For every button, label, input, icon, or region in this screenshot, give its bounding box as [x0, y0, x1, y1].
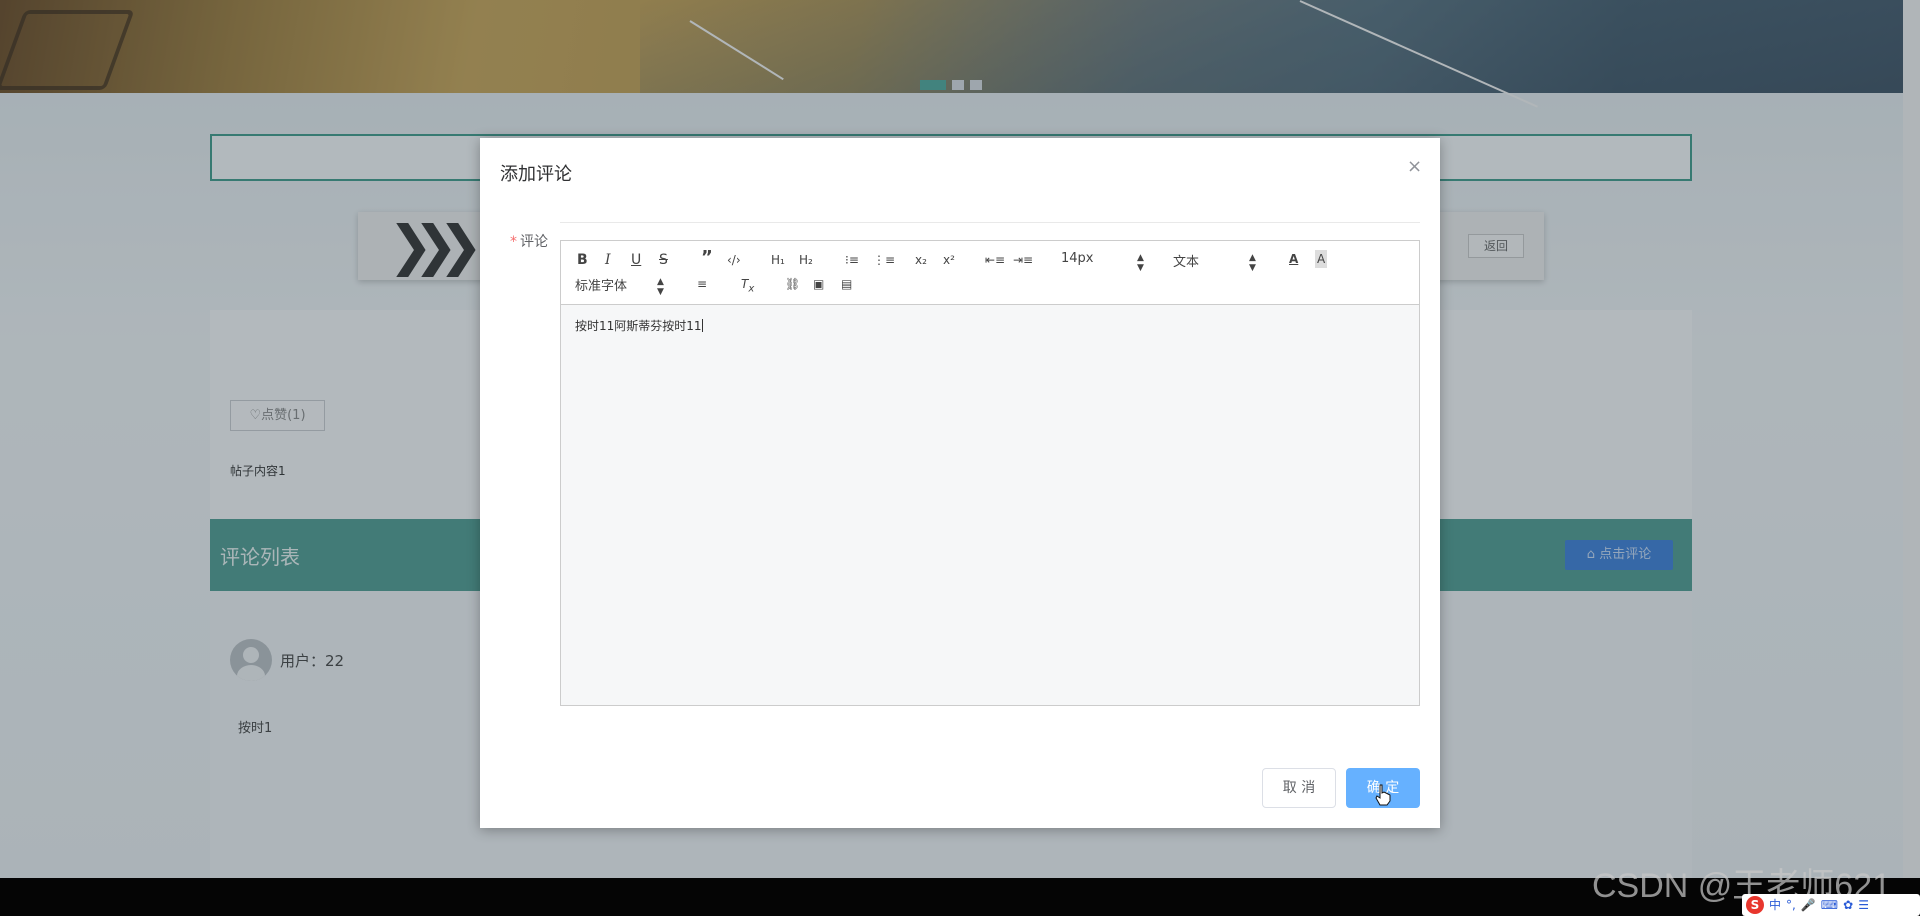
hand-cursor-icon	[1375, 784, 1391, 806]
h2-icon[interactable]: H₂	[799, 251, 813, 269]
ime-mode[interactable]: 中	[1769, 898, 1781, 912]
editor-content[interactable]: 按时11阿斯蒂芬按时11	[561, 305, 1419, 705]
add-comment-dialog: 添加评论 × * 评论 B I U S ” ‹/› H₁ H₂ ⁝≡ ⋮≡ x₂ …	[480, 138, 1440, 828]
link-icon[interactable]: ⛓	[785, 275, 800, 293]
bullet-list-icon[interactable]: ⋮≡	[873, 251, 895, 269]
keyboard-icon[interactable]: ⌨	[1821, 898, 1838, 912]
image-icon[interactable]: ▣	[813, 275, 824, 293]
background-color-icon[interactable]: A	[1315, 250, 1328, 268]
outdent-icon[interactable]: ⇤≡	[985, 251, 1005, 269]
comment-label-text: 评论	[520, 234, 548, 250]
comment-field-label: * 评论	[510, 231, 548, 251]
strikethrough-icon[interactable]: S	[659, 251, 668, 269]
align-icon[interactable]: ≡	[697, 275, 707, 293]
blockquote-icon[interactable]: ”	[701, 249, 713, 267]
rich-text-editor: B I U S ” ‹/› H₁ H₂ ⁝≡ ⋮≡ x₂ x² ⇤≡ ⇥≡ 14…	[560, 240, 1420, 706]
font-family-select[interactable]: 标准字体 ▲ ▼	[575, 275, 665, 297]
superscript-icon[interactable]: x²	[943, 251, 955, 269]
underline-icon[interactable]: U	[631, 251, 641, 269]
font-size-value: 14px	[1061, 251, 1094, 266]
required-mark: *	[510, 234, 517, 250]
cancel-button[interactable]: 取 消	[1262, 768, 1336, 808]
microphone-icon[interactable]: 🎤	[1801, 898, 1816, 912]
close-icon[interactable]: ×	[1407, 156, 1422, 177]
editor-text: 按时11阿斯蒂芬按时11	[575, 319, 702, 333]
code-icon[interactable]: ‹/›	[727, 251, 741, 269]
select-arrow-icon: ▲ ▼	[1249, 253, 1256, 273]
ordered-list-icon[interactable]: ⁝≡	[845, 251, 859, 269]
block-format-select[interactable]: 文本 ▲ ▼	[1173, 251, 1257, 273]
italic-icon[interactable]: I	[605, 251, 611, 269]
select-arrow-icon: ▲ ▼	[657, 277, 664, 297]
select-arrow-icon: ▲ ▼	[1137, 253, 1144, 273]
ime-punct[interactable]: °,	[1786, 898, 1796, 912]
font-size-select[interactable]: 14px ▲ ▼	[1061, 251, 1145, 273]
subscript-icon[interactable]: x₂	[915, 251, 927, 269]
h1-icon[interactable]: H₁	[771, 251, 785, 269]
video-icon[interactable]: ▤	[841, 275, 852, 293]
clear-format-icon[interactable]: Tx	[741, 275, 754, 298]
block-format-value: 文本	[1173, 255, 1200, 270]
ime-toolbar: S 中 °, 🎤 ⌨ ✿ ☰	[1742, 894, 1920, 916]
indent-icon[interactable]: ⇥≡	[1013, 251, 1033, 269]
editor-divider	[560, 222, 1420, 240]
font-family-value: 标准字体	[575, 279, 628, 294]
text-caret	[701, 319, 703, 332]
skin-icon[interactable]: ✿	[1843, 898, 1853, 912]
font-color-icon[interactable]: A	[1289, 250, 1298, 268]
menu-icon[interactable]: ☰	[1858, 898, 1869, 912]
dialog-title: 添加评论	[500, 164, 572, 185]
bold-icon[interactable]: B	[577, 251, 588, 269]
sogou-logo-icon[interactable]: S	[1746, 896, 1764, 914]
editor-toolbar: B I U S ” ‹/› H₁ H₂ ⁝≡ ⋮≡ x₂ x² ⇤≡ ⇥≡ 14…	[561, 241, 1419, 305]
